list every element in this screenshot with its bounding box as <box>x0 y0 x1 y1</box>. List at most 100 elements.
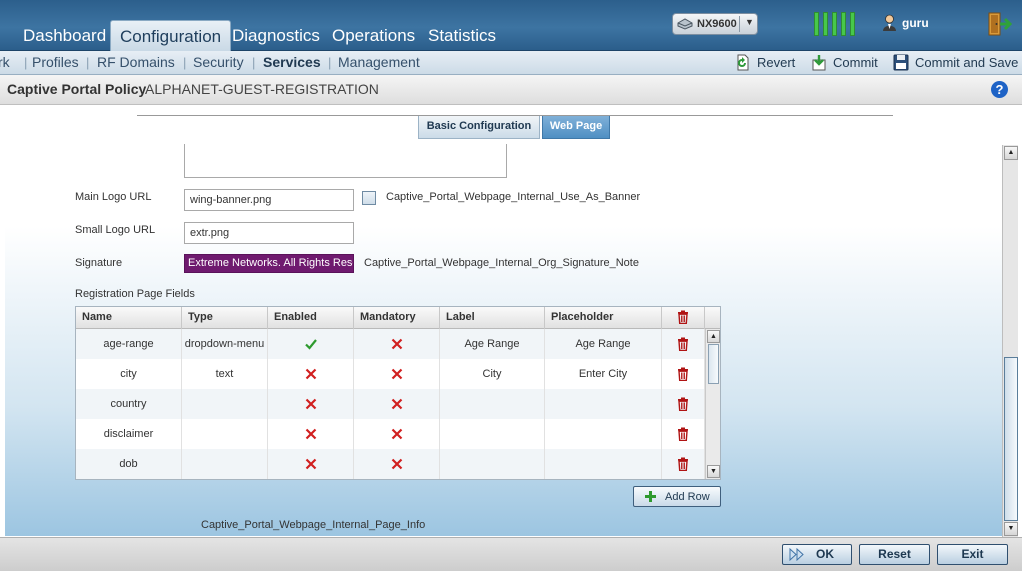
cell-mandatory <box>354 329 440 359</box>
cross-icon <box>391 458 402 470</box>
main-logo-input[interactable]: wing-banner.png <box>184 189 354 211</box>
scroll-down-icon[interactable]: ▼ <box>707 465 720 478</box>
subnav-item-profiles[interactable]: Profiles <box>32 54 79 70</box>
header-label[interactable]: Label <box>440 307 545 329</box>
table-row[interactable]: disclaimer <box>76 419 705 449</box>
cell-name: age-range <box>76 329 182 359</box>
check-icon <box>304 339 317 350</box>
tab-dashboard[interactable]: Dashboard <box>14 22 115 51</box>
small-logo-input[interactable]: extr.png <box>184 222 354 244</box>
header-delete[interactable] <box>662 307 705 329</box>
commit-button[interactable]: Commit <box>811 53 881 73</box>
cell-delete[interactable] <box>662 359 705 389</box>
grid-scroll-thumb[interactable] <box>708 344 719 384</box>
scroll-up-icon[interactable]: ▲ <box>1004 146 1018 160</box>
page-scrollbar[interactable]: ▲ ▼ <box>1002 145 1018 537</box>
revert-button[interactable]: Revert <box>735 53 797 73</box>
device-selector[interactable]: NX9600 ▼ <box>672 13 758 35</box>
cross-icon <box>305 428 316 440</box>
scroll-down-icon[interactable]: ▼ <box>1004 522 1018 536</box>
header-name[interactable]: Name <box>76 307 182 329</box>
logout-icon[interactable] <box>986 11 1012 37</box>
cell-placeholder <box>545 449 662 479</box>
table-row[interactable]: dob <box>76 449 705 479</box>
exit-button[interactable]: Exit <box>937 544 1008 565</box>
tab-configuration[interactable]: Configuration <box>110 20 232 51</box>
cell-enabled <box>268 419 354 449</box>
use-as-banner-checkbox[interactable] <box>362 191 376 205</box>
header-mandatory[interactable]: Mandatory <box>354 307 440 329</box>
small-logo-label: Small Logo URL <box>75 224 156 236</box>
cell-label: Age Range <box>440 329 545 359</box>
page-scroll-thumb[interactable] <box>1004 357 1018 521</box>
table-row[interactable]: city text City Enter City <box>76 359 705 389</box>
cross-icon <box>391 338 402 350</box>
registration-fields-label: Registration Page Fields <box>75 288 195 300</box>
cell-delete[interactable] <box>662 389 705 419</box>
tab-operations[interactable]: Operations <box>323 22 424 51</box>
header-placeholder[interactable]: Placeholder <box>545 307 662 329</box>
cell-enabled <box>268 329 354 359</box>
cell-label <box>440 389 545 419</box>
cell-name: country <box>76 389 182 419</box>
device-name: NX9600 <box>697 18 737 30</box>
device-icon <box>677 18 693 30</box>
cell-delete[interactable] <box>662 329 705 359</box>
table-row[interactable]: country <box>76 389 705 419</box>
tab-web-page[interactable]: Web Page <box>542 116 610 139</box>
scroll-up-icon[interactable]: ▲ <box>707 330 720 343</box>
cell-label: City <box>440 359 545 389</box>
use-as-banner-label: Captive_Portal_Webpage_Internal_Use_As_B… <box>386 191 641 203</box>
subnav-item-services[interactable]: Services <box>263 54 321 70</box>
cell-name: city <box>76 359 182 389</box>
commit-and-save-button[interactable]: Commit and Save <box>893 53 1018 73</box>
user-icon <box>883 14 896 31</box>
cross-icon <box>305 368 316 380</box>
help-icon[interactable]: ? <box>991 81 1008 98</box>
cell-type <box>182 449 268 479</box>
trash-icon[interactable] <box>677 457 689 472</box>
subnav-item-management[interactable]: Management <box>338 54 420 70</box>
tab-basic-configuration[interactable]: Basic Configuration <box>418 116 540 139</box>
grid-scrollbar[interactable]: ▲ ▼ <box>705 329 720 479</box>
subnav-item-network[interactable]: rk <box>0 54 10 70</box>
save-icon <box>893 54 909 71</box>
trash-icon[interactable] <box>677 310 689 325</box>
text-area-field[interactable] <box>184 144 507 178</box>
subnav-item-security[interactable]: Security <box>193 54 244 70</box>
cross-icon <box>391 428 402 440</box>
chevron-down-icon[interactable]: ▼ <box>745 17 754 27</box>
commit-icon <box>812 55 826 71</box>
registration-fields-grid: Name Type Enabled Mandatory Label Placeh… <box>75 306 721 480</box>
add-row-button[interactable]: Add Row <box>633 486 721 507</box>
cell-type <box>182 419 268 449</box>
trash-icon[interactable] <box>677 397 689 412</box>
cross-icon <box>391 368 402 380</box>
signal-icon <box>814 12 856 36</box>
signature-input[interactable]: Extreme Networks. All Rights Reserved <box>184 254 354 273</box>
cell-delete[interactable] <box>662 419 705 449</box>
cross-icon <box>391 398 402 410</box>
cell-mandatory <box>354 389 440 419</box>
trash-icon[interactable] <box>677 367 689 382</box>
main-panel: Basic Configuration Web Page Main Logo U… <box>5 106 1003 536</box>
trash-icon[interactable] <box>677 427 689 442</box>
tab-statistics[interactable]: Statistics <box>419 22 505 51</box>
subnav-item-rf-domains[interactable]: RF Domains <box>97 54 175 70</box>
ok-button[interactable]: OK <box>782 544 852 565</box>
trash-icon[interactable] <box>677 337 689 352</box>
top-navigation: Dashboard Configuration Diagnostics Oper… <box>0 0 1022 51</box>
header-enabled[interactable]: Enabled <box>268 307 354 329</box>
reset-button[interactable]: Reset <box>859 544 930 565</box>
cell-delete[interactable] <box>662 449 705 479</box>
cell-placeholder: Enter City <box>545 359 662 389</box>
cell-enabled <box>268 449 354 479</box>
tab-diagnostics[interactable]: Diagnostics <box>223 22 329 51</box>
cell-label <box>440 449 545 479</box>
table-row[interactable]: age-range dropdown-menu Age Range Age Range <box>76 329 705 359</box>
subnav-separator: | <box>183 55 187 70</box>
subnav-separator: | <box>252 55 256 70</box>
plus-icon <box>645 491 656 502</box>
cell-type: text <box>182 359 268 389</box>
header-type[interactable]: Type <box>182 307 268 329</box>
